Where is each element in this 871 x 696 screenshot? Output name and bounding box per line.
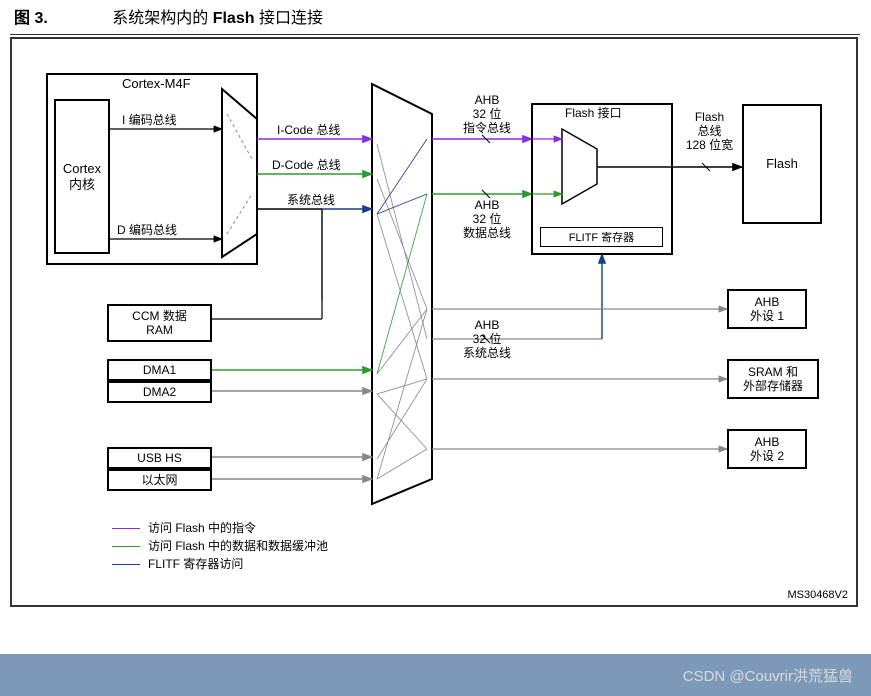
usb-hs-box: USB HS (107, 447, 212, 469)
dcode-bus-label: D-Code 总线 (272, 159, 341, 173)
sram-ext-box: SRAM 和 外部存储器 (727, 359, 819, 399)
figure-title-bar: 图 3. 系统架构内的 Flash 接口连接 (10, 0, 860, 35)
legend-line-purple (112, 528, 140, 529)
legend-line-blue (112, 564, 140, 565)
figure-title: 系统架构内的 Flash 接口连接 (112, 10, 323, 27)
ethernet-box: 以太网 (107, 469, 212, 491)
legend-row-green: 访问 Flash 中的数据和数据缓冲池 (112, 537, 328, 555)
dma2-box: DMA2 (107, 381, 212, 403)
cortex-m4f-label: Cortex-M4F (122, 77, 191, 92)
figure-number: 图 3. (14, 10, 48, 27)
flash-box: Flash (742, 104, 822, 224)
ahb-sys-label: AHB 32 位 系统总线 (452, 319, 522, 360)
flitf-reg-box: FLITF 寄存器 (540, 227, 663, 247)
dma1-box: DMA1 (107, 359, 212, 381)
ahb-instr-label: AHB 32 位 指令总线 (452, 94, 522, 135)
ahb-data-label: AHB 32 位 数据总线 (452, 199, 522, 240)
ahb-periph2-box: AHB 外设 2 (727, 429, 807, 469)
legend: 访问 Flash 中的指令 访问 Flash 中的数据和数据缓冲池 FLITF … (112, 519, 328, 573)
diagram-frame: Cortex-M4F Cortex 内核 I 编码总线 D 编码总线 CCM 数… (10, 37, 858, 607)
legend-line-green (112, 546, 140, 547)
flash-if-label: Flash 接口 (565, 107, 622, 121)
watermark-text: CSDN @Couvrir洪荒猛兽 (683, 665, 853, 686)
flash-bus-label: Flash 总线 128 位宽 (677, 111, 742, 152)
i-encode-bus-label: I 编码总线 (122, 114, 177, 128)
ahb-periph1-box: AHB 外设 1 (727, 289, 807, 329)
figure-container: 图 3. 系统架构内的 Flash 接口连接 (10, 0, 860, 607)
ccm-ram-box: CCM 数据 RAM (107, 304, 212, 342)
cortex-core-box: Cortex 内核 (54, 99, 110, 254)
doc-id: MS30468V2 (787, 589, 848, 601)
d-encode-bus-label: D 编码总线 (117, 224, 177, 238)
legend-row-blue: FLITF 寄存器访问 (112, 555, 328, 573)
legend-row-purple: 访问 Flash 中的指令 (112, 519, 328, 537)
sys-bus-label: 系统总线 (287, 194, 335, 208)
icode-bus-label: I-Code 总线 (277, 124, 340, 138)
